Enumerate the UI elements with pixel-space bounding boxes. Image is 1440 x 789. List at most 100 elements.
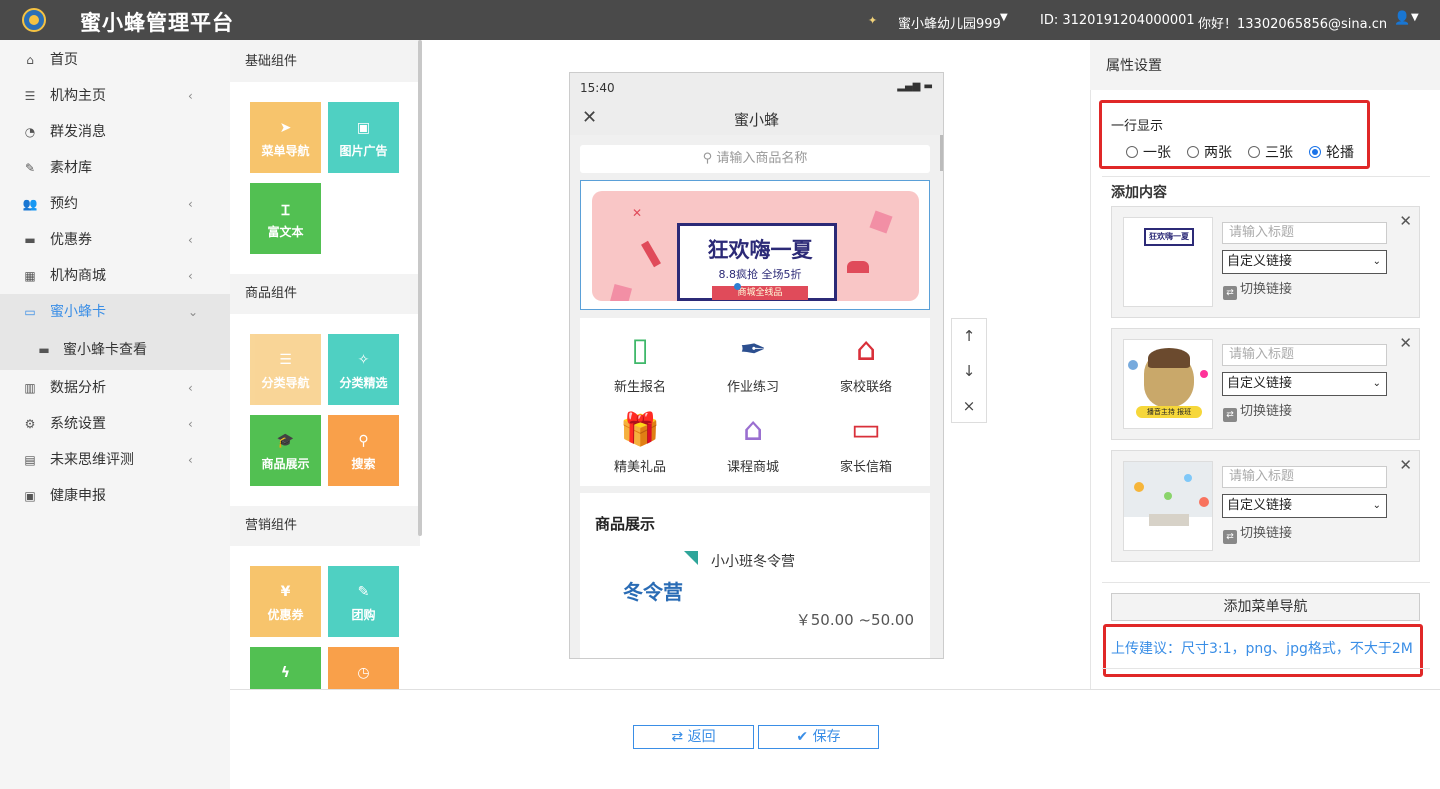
top-bar: 蜜小蜂管理平台 ✦ 蜜小蜂幼儿园999 ▼ ID: 31201912040000… — [0, 0, 1440, 40]
goods-name: 小小班冬令营 — [711, 554, 795, 570]
sidebar-item-analytics[interactable]: ▥ 数据分析 ‹ — [0, 370, 230, 406]
switch-link[interactable]: ⇄ 切换链接 — [1223, 278, 1292, 300]
chevron-left-icon: ‹ — [188, 381, 193, 395]
sidebar-item-booking[interactable]: 👥 预约 ‹ — [0, 186, 230, 222]
graduation-cap-icon: 🎓 — [276, 433, 295, 449]
radio-one[interactable]: 一张 — [1126, 142, 1171, 162]
search-bar-preview[interactable]: ⚲ 请输入商品名称 — [580, 145, 930, 173]
radio-carousel[interactable]: 轮播 — [1309, 142, 1354, 162]
move-down-icon[interactable]: ↓ — [952, 354, 986, 389]
phone-scrollbar[interactable] — [940, 135, 943, 171]
grid-item-mailbox[interactable]: ▭ 家长信箱 — [816, 408, 916, 475]
upload-hint: 上传建议：尺寸3:1，png、jpg格式，不大于2M — [1111, 641, 1413, 657]
tile-timed[interactable]: ◷ — [328, 647, 399, 689]
tile-search[interactable]: ⚲ 搜索 — [328, 415, 399, 486]
switch-link[interactable]: ⇄ 切换链接 — [1223, 522, 1292, 544]
tile-coupon[interactable]: ¥ 优惠券 — [250, 566, 321, 637]
row-display-label: 一行显示 — [1111, 119, 1164, 134]
sidebar-item-health[interactable]: ▣ 健康申报 — [0, 478, 230, 514]
tile-menu-nav[interactable]: ➤ 菜单导航 — [250, 102, 321, 173]
sidebar-item-label: 群发消息 — [50, 124, 106, 140]
sidebar-item-label: 未来思维评测 — [50, 452, 134, 468]
card-thumbnail[interactable]: 播音主持 报班 — [1123, 339, 1213, 429]
card-thumbnail[interactable] — [1123, 461, 1213, 551]
edit-icon: ✎ — [357, 584, 370, 600]
grid-item-contact[interactable]: ⌂ 家校联络 — [816, 328, 916, 395]
save-button[interactable]: ✔ 保存 — [758, 725, 879, 749]
signal-battery-icon: ▂▄▆ ▬ — [897, 81, 933, 92]
magic-wand-icon: ✧ — [357, 352, 370, 368]
card-thumbnail[interactable]: 狂欢嗨一夏 — [1123, 217, 1213, 307]
grid-item-gifts[interactable]: 🎁 精美礼品 — [590, 408, 690, 475]
section-title-marketing: 营销组件 — [245, 518, 298, 533]
sidebar-item-mass-message[interactable]: ◔ 群发消息 — [0, 114, 230, 150]
sidebar-item-org-mall[interactable]: ▦ 机构商城 ‹ — [0, 258, 230, 294]
status-time: 15:40 — [580, 81, 615, 95]
close-icon[interactable]: ✕ — [1399, 212, 1412, 230]
phone-status-bar: 15:40 ▂▄▆ ▬ — [570, 73, 943, 101]
goods-components: ☰ 分类导航 ✧ 分类精选 🎓 商品展示 ⚲ 搜索 — [230, 314, 420, 506]
tile-category-picks[interactable]: ✧ 分类精选 — [328, 334, 399, 405]
user-icon[interactable]: 👤 — [1394, 11, 1410, 26]
carousel-indicator[interactable] — [734, 283, 741, 290]
grid-item-course-mall[interactable]: ⌂ 课程商城 — [703, 408, 803, 475]
back-button[interactable]: ⇄ 返回 — [633, 725, 754, 749]
school-switcher[interactable]: 蜜小蜂幼儿园999 — [898, 13, 1001, 32]
tile-rich-text[interactable]: Ɪ 富文本 — [250, 183, 321, 254]
chevron-down-icon: ⌄ — [1372, 500, 1381, 511]
remove-icon[interactable]: × — [952, 389, 986, 424]
chevron-left-icon: ‹ — [188, 269, 193, 283]
document-icon: ▤ — [24, 453, 36, 467]
sidebar-item-bee-card[interactable]: ▭ 蜜小蜂卡 ⌄ — [0, 294, 230, 330]
clock-icon: ◷ — [357, 665, 370, 681]
goods-image-text: 冬令营 — [623, 580, 683, 604]
close-icon[interactable]: ✕ — [1399, 334, 1412, 352]
phone-title-bar: ✕ 蜜小蜂 — [570, 101, 943, 135]
banner-board: 狂欢嗨一夏 8.8疯抢 全场5折 商城全线品 — [677, 223, 837, 301]
tile-group-buy[interactable]: ✎ 团购 — [328, 566, 399, 637]
home-icon: ⌂ — [26, 53, 34, 67]
bolt-icon: ϟ — [280, 665, 291, 681]
caret-down-icon[interactable]: ▼ — [1000, 12, 1008, 23]
tile-goods-display[interactable]: 🎓 商品展示 — [250, 415, 321, 486]
banner-tag: 商城全线品 — [712, 286, 808, 300]
sidebar-item-settings[interactable]: ⚙ 系统设置 ‹ — [0, 406, 230, 442]
content-card: 狂欢嗨一夏 请输入标题 自定义链接 ⌄ ⇄ 切换链接 ✕ — [1111, 206, 1420, 318]
card-link-select[interactable]: 自定义链接 ⌄ — [1222, 494, 1387, 518]
tile-flash-sale[interactable]: ϟ — [250, 647, 321, 689]
sidebar-item-coupons[interactable]: ▬ 优惠券 ‹ — [0, 222, 230, 258]
shop-icon: ⌂ — [742, 410, 764, 448]
card-link-select[interactable]: 自定义链接 ⌄ — [1222, 250, 1387, 274]
sidebar-item-future-eval[interactable]: ▤ 未来思维评测 ‹ — [0, 442, 230, 478]
school-icon: ✦ — [868, 14, 878, 27]
card-title-input[interactable]: 请输入标题 — [1222, 466, 1387, 488]
user-menu-caret-icon[interactable]: ▼ — [1411, 12, 1419, 23]
goods-display-preview[interactable]: 商品展示 冬令营 小小班冬令营 ￥50.00 ~50.00 — [580, 493, 930, 658]
tile-category-nav[interactable]: ☰ 分类导航 — [250, 334, 321, 405]
grid-item-enroll[interactable]: ▯ 新生报名 — [590, 328, 690, 395]
move-up-icon[interactable]: ↑ — [952, 319, 986, 354]
radio-two[interactable]: 两张 — [1187, 142, 1232, 162]
add-menu-nav-button[interactable]: 添加菜单导航 — [1111, 593, 1420, 621]
card-title-input[interactable]: 请输入标题 — [1222, 344, 1387, 366]
sidebar-item-home[interactable]: ⌂ 首页 — [0, 42, 230, 78]
switch-link[interactable]: ⇄ 切换链接 — [1223, 400, 1292, 422]
menu-nav-preview: ▯ 新生报名 ✒ 作业练习 ⌂ 家校联络 🎁 精美礼品 ⌂ 课程商城 ▭ 家长信… — [580, 318, 930, 486]
carousel-preview[interactable]: ✕ 狂欢嗨一夏 8.8疯抢 全场5折 商城全线品 — [580, 180, 930, 310]
sidebar-item-org-home[interactable]: ☰ 机构主页 ‹ — [0, 78, 230, 114]
sidebar-item-bee-card-view[interactable]: ▬ 蜜小蜂卡查看 — [0, 330, 230, 370]
close-icon[interactable]: ✕ — [1399, 456, 1412, 474]
card-link-select[interactable]: 自定义链接 ⌄ — [1222, 372, 1387, 396]
chevron-down-icon: ⌄ — [188, 305, 199, 319]
heart-doc-icon: ▭ — [850, 410, 882, 448]
radio-three[interactable]: 三张 — [1248, 142, 1293, 162]
component-palette: 基础组件 ➤ 菜单导航 ▣ 图片广告 Ɪ 富文本 商品组件 ☰ 分类导航 ✧ 分… — [230, 40, 420, 689]
card-title-input[interactable]: 请输入标题 — [1222, 222, 1387, 244]
edit-icon: ✎ — [24, 161, 36, 175]
list-icon: ☰ — [279, 352, 292, 368]
banner-title: 狂欢嗨一夏 — [707, 238, 813, 262]
search-icon: ⚲ — [702, 151, 713, 166]
tile-image-ad[interactable]: ▣ 图片广告 — [328, 102, 399, 173]
sidebar-item-materials[interactable]: ✎ 素材库 — [0, 150, 230, 186]
grid-item-homework[interactable]: ✒ 作业练习 — [703, 328, 803, 395]
